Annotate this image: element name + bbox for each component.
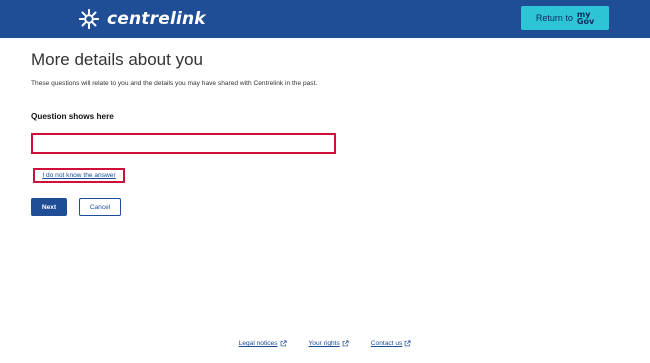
page-title: More details about you	[31, 50, 203, 69]
dont-know-answer-link[interactable]: I do not know the answer	[42, 172, 115, 179]
return-to-mygov-button[interactable]: Return to my Gov	[521, 6, 609, 30]
footer-link-legal-notices[interactable]: Legal notices	[239, 340, 287, 347]
mygov-logo: my Gov	[576, 11, 595, 26]
dont-know-highlight: I do not know the answer	[33, 168, 125, 183]
footer-link-label: Your rights	[308, 340, 340, 347]
centrelink-logo[interactable]: centrelink	[78, 6, 206, 32]
question-label: Question shows here	[31, 112, 114, 121]
mygov-logo-gov: Gov	[576, 17, 595, 26]
external-link-icon	[342, 340, 349, 347]
return-to-label: Return to	[535, 13, 573, 23]
intro-text: These questions will relate to you and t…	[31, 80, 318, 87]
external-link-icon	[405, 340, 411, 347]
answer-input[interactable]	[31, 133, 336, 154]
brand-name: centrelink	[107, 9, 206, 29]
centrelink-star-icon	[78, 8, 100, 30]
footer-link-label: Contact us	[370, 340, 403, 347]
footer-link-contact-us[interactable]: Contact us	[371, 340, 412, 347]
next-button[interactable]: Next	[31, 198, 67, 216]
cancel-button[interactable]: Cancel	[79, 198, 121, 216]
site-header: centrelink Return to my Gov	[0, 0, 650, 38]
external-link-icon	[280, 340, 287, 347]
footer-link-label: Legal notices	[238, 340, 278, 347]
footer: Legal notices Your rights Contact us	[0, 340, 650, 347]
footer-link-your-rights[interactable]: Your rights	[309, 340, 349, 347]
